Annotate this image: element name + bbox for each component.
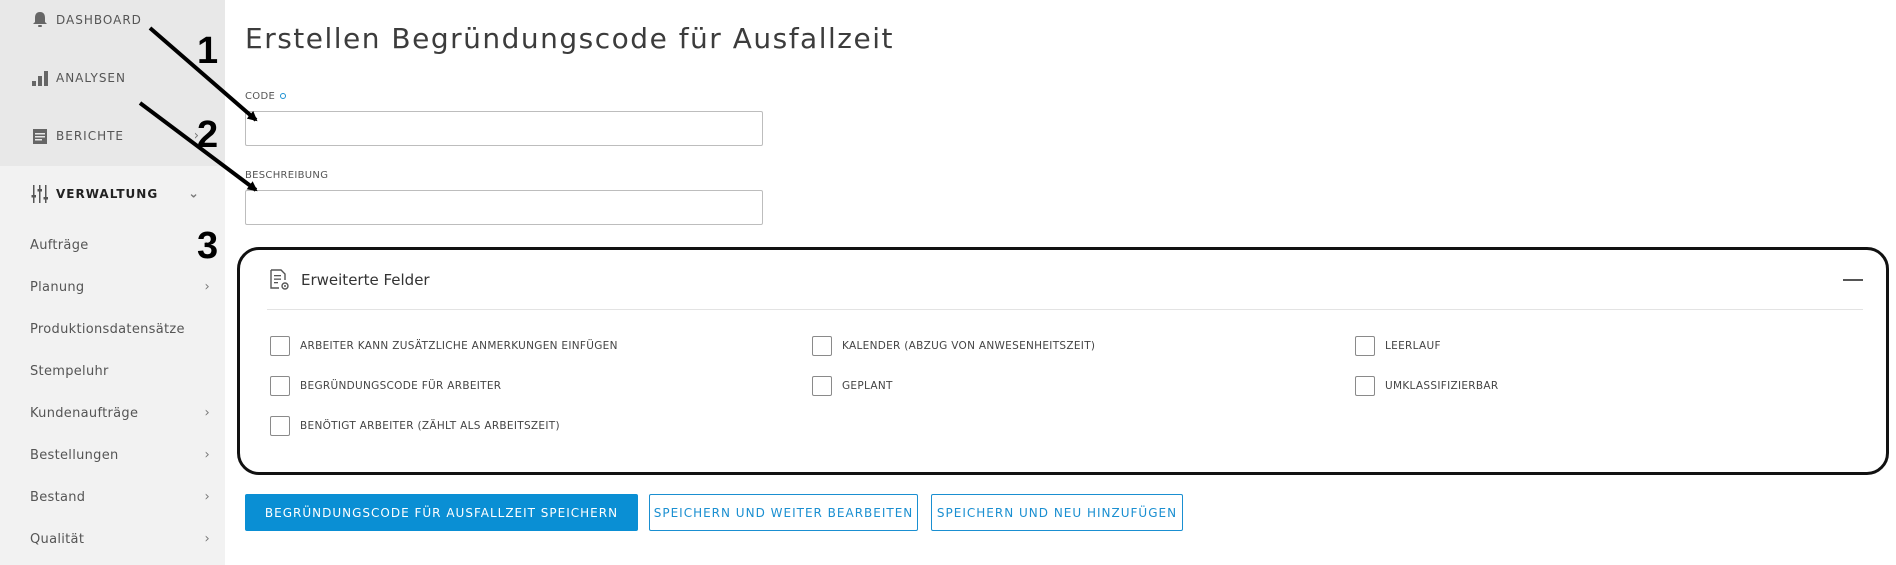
- annotation-arrows: [138, 26, 258, 192]
- annotation-marker-1: 1: [197, 30, 219, 72]
- annotation-marker-2: 2: [197, 114, 219, 156]
- annotation-marker-3: 3: [197, 225, 219, 267]
- app-root: DASHBOARD ANALYSEN BERICHTE › VERWALTUNG…: [0, 0, 1896, 565]
